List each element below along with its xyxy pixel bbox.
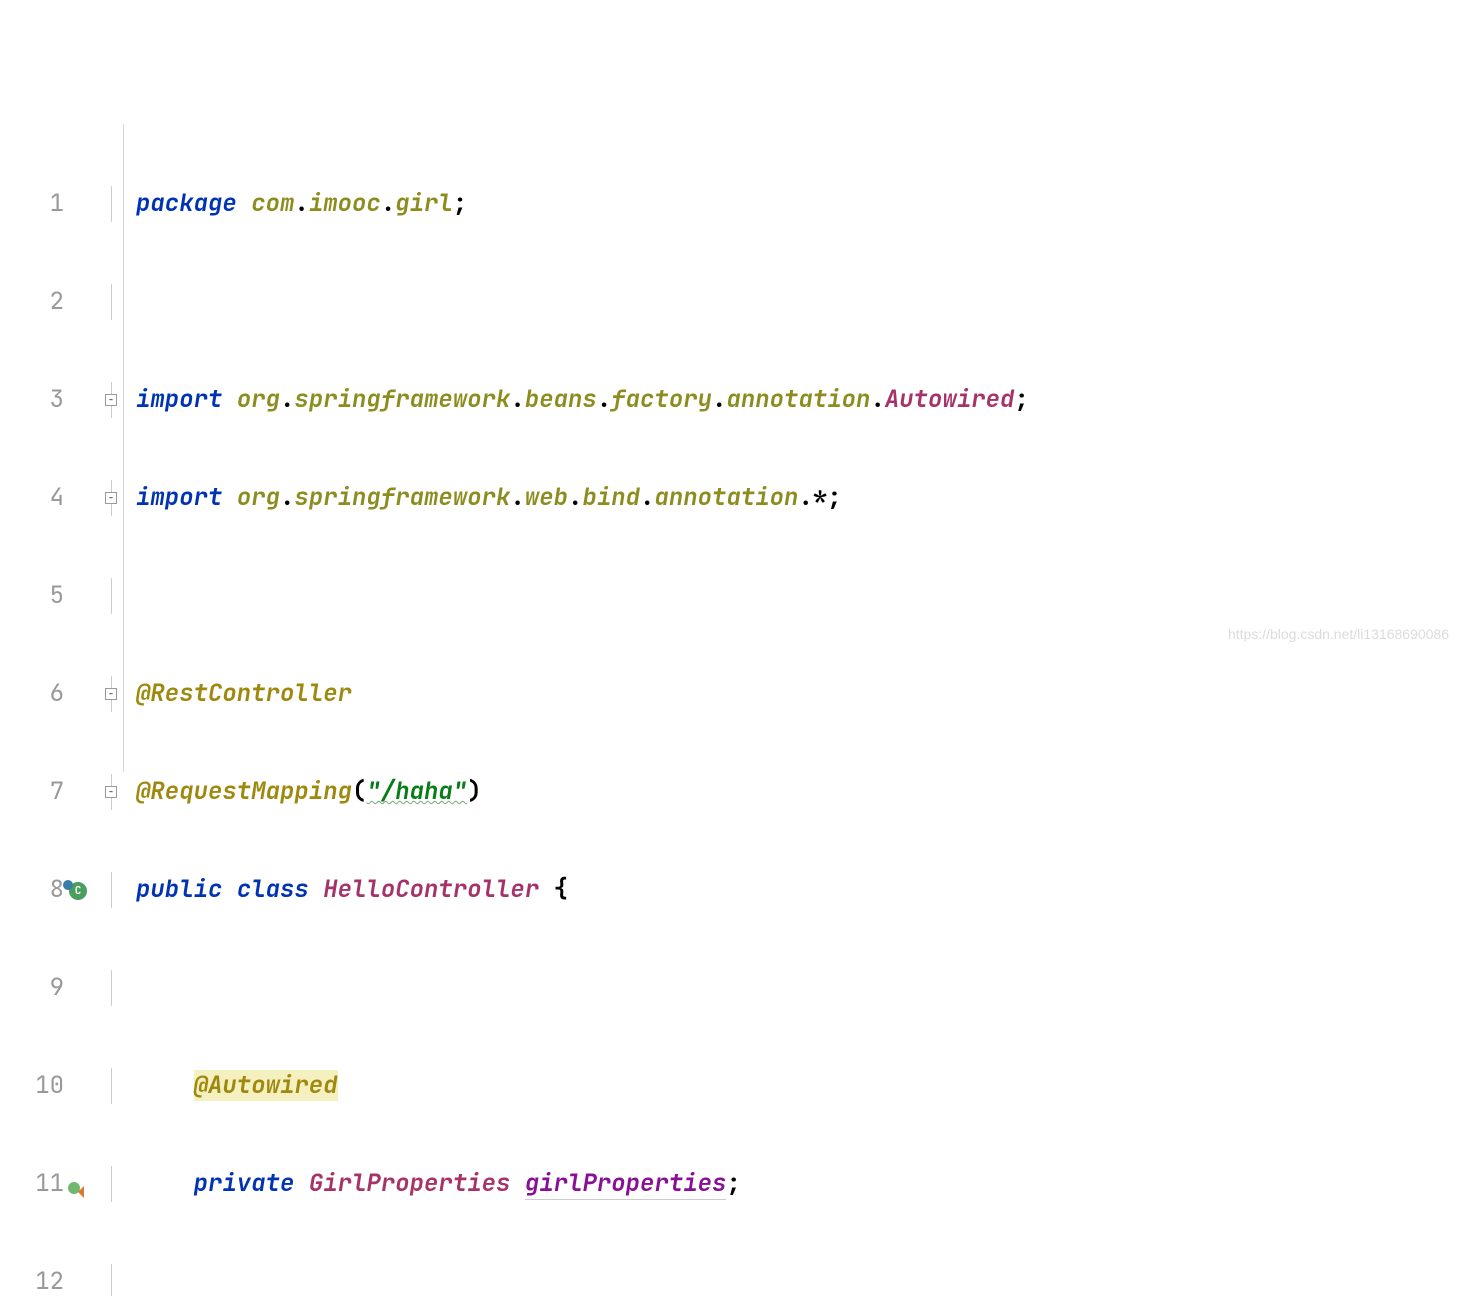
dot: . — [280, 384, 294, 415]
code-line[interactable]: import org.springframework.web.bind.anno… — [136, 480, 1461, 516]
gutter-line: 3 — [0, 382, 92, 418]
line-number: 5 — [14, 578, 64, 614]
semicolon: ; — [1014, 384, 1028, 415]
line-number: 8 — [14, 872, 64, 908]
dot: . — [381, 188, 395, 219]
gutter-line: 12 — [0, 1264, 92, 1296]
dot: . — [870, 384, 884, 415]
field-name: girlProperties — [525, 1168, 727, 1200]
code-line[interactable] — [136, 284, 1461, 320]
package-name: org — [237, 482, 280, 513]
class-name: Autowired — [885, 384, 1015, 415]
gutter-line: 7 — [0, 774, 92, 810]
class-name: HelloController — [323, 874, 539, 905]
keyword: class — [237, 874, 309, 905]
code-line[interactable]: public class HelloController { — [136, 872, 1461, 908]
nav-icon[interactable] — [64, 1166, 92, 1202]
code-line[interactable]: @Autowired — [136, 1068, 1461, 1104]
package-name: factory — [611, 384, 712, 415]
fold-toggle[interactable]: − — [105, 786, 117, 798]
line-number: 10 — [14, 1068, 64, 1104]
fold-toggle[interactable]: − — [105, 492, 117, 504]
line-number: 4 — [14, 480, 64, 516]
dot: . — [294, 188, 308, 219]
dot: . — [798, 482, 812, 513]
package-name: annotation — [726, 384, 870, 415]
line-number: 11 — [14, 1166, 64, 1202]
lbrace: { — [554, 874, 568, 905]
package-name: annotation — [654, 482, 798, 513]
keyword: import — [136, 482, 222, 513]
fold-toggle[interactable]: − — [105, 688, 117, 700]
dot: . — [510, 482, 524, 513]
line-number: 2 — [14, 284, 64, 320]
line-number: 3 — [14, 382, 64, 418]
keyword: private — [194, 1168, 295, 1199]
dot: . — [568, 482, 582, 513]
class-icon[interactable]: C — [64, 872, 92, 908]
code-line[interactable]: @RestController — [136, 676, 1461, 712]
code-line[interactable]: @RequestMapping("/haha") — [136, 774, 1461, 810]
dot: . — [510, 384, 524, 415]
dot: . — [597, 384, 611, 415]
package-name: imooc — [309, 188, 381, 219]
package-name: org — [237, 384, 280, 415]
gutter-line: 1 — [0, 186, 92, 222]
line-number: 9 — [14, 970, 64, 1006]
code-line[interactable] — [136, 970, 1461, 1006]
lparen: ( — [352, 776, 366, 807]
code-line[interactable]: private GirlProperties girlProperties; — [136, 1166, 1461, 1202]
annotation: @RequestMapping — [136, 776, 352, 807]
package-name: bind — [582, 482, 640, 513]
code-line[interactable]: import org.springframework.beans.factory… — [136, 382, 1461, 418]
gutter-line: 9 — [0, 970, 92, 1006]
semicolon: ; — [726, 1168, 740, 1199]
dot: . — [640, 482, 654, 513]
line-number: 1 — [14, 186, 64, 222]
gutter-line: 6 — [0, 676, 92, 712]
dot: . — [712, 384, 726, 415]
annotation: @RestController — [136, 678, 352, 709]
keyword: package — [136, 188, 237, 219]
package-name: beans — [525, 384, 597, 415]
code-line[interactable] — [136, 578, 1461, 614]
line-number: 7 — [14, 774, 64, 810]
code-line[interactable] — [136, 1264, 1461, 1296]
rparen: ) — [467, 776, 481, 807]
package-name: com — [251, 188, 294, 219]
string-literal: "/haha" — [366, 776, 467, 807]
line-number: 6 — [14, 676, 64, 712]
package-name: springframework — [294, 482, 510, 513]
semicolon: ; — [827, 482, 841, 513]
gutter-line: 4 — [0, 480, 92, 516]
gutter-line: 2 — [0, 284, 92, 320]
code-area[interactable]: package com.imooc.girl; import org.sprin… — [124, 124, 1461, 772]
gutter-line: 5 — [0, 578, 92, 614]
package-name: springframework — [294, 384, 510, 415]
gutter: 1 2 3 4 5 6 7 8C 9 10 11 12 13 14 15 16 … — [0, 124, 100, 772]
class-name: GirlProperties — [309, 1168, 511, 1199]
fold-toggle[interactable]: − — [105, 394, 117, 406]
keyword: public — [136, 874, 222, 905]
dot: . — [280, 482, 294, 513]
code-line[interactable]: package com.imooc.girl; — [136, 186, 1461, 222]
package-name: web — [525, 482, 568, 513]
keyword: import — [136, 384, 222, 415]
gutter-line: 8C — [0, 872, 92, 908]
wildcard: * — [813, 482, 827, 513]
fold-gutter: − − − − − − — [100, 124, 124, 772]
gutter-line: 10 — [0, 1068, 92, 1104]
gutter-line: 11 — [0, 1166, 92, 1202]
package-name: girl — [395, 188, 453, 219]
annotation: @Autowired — [194, 1070, 338, 1101]
watermark: https://blog.csdn.net/li13168690086 — [1228, 626, 1449, 642]
semicolon: ; — [453, 188, 467, 219]
code-editor[interactable]: 1 2 3 4 5 6 7 8C 9 10 11 12 13 14 15 16 … — [0, 124, 1461, 772]
line-number: 12 — [14, 1264, 64, 1296]
